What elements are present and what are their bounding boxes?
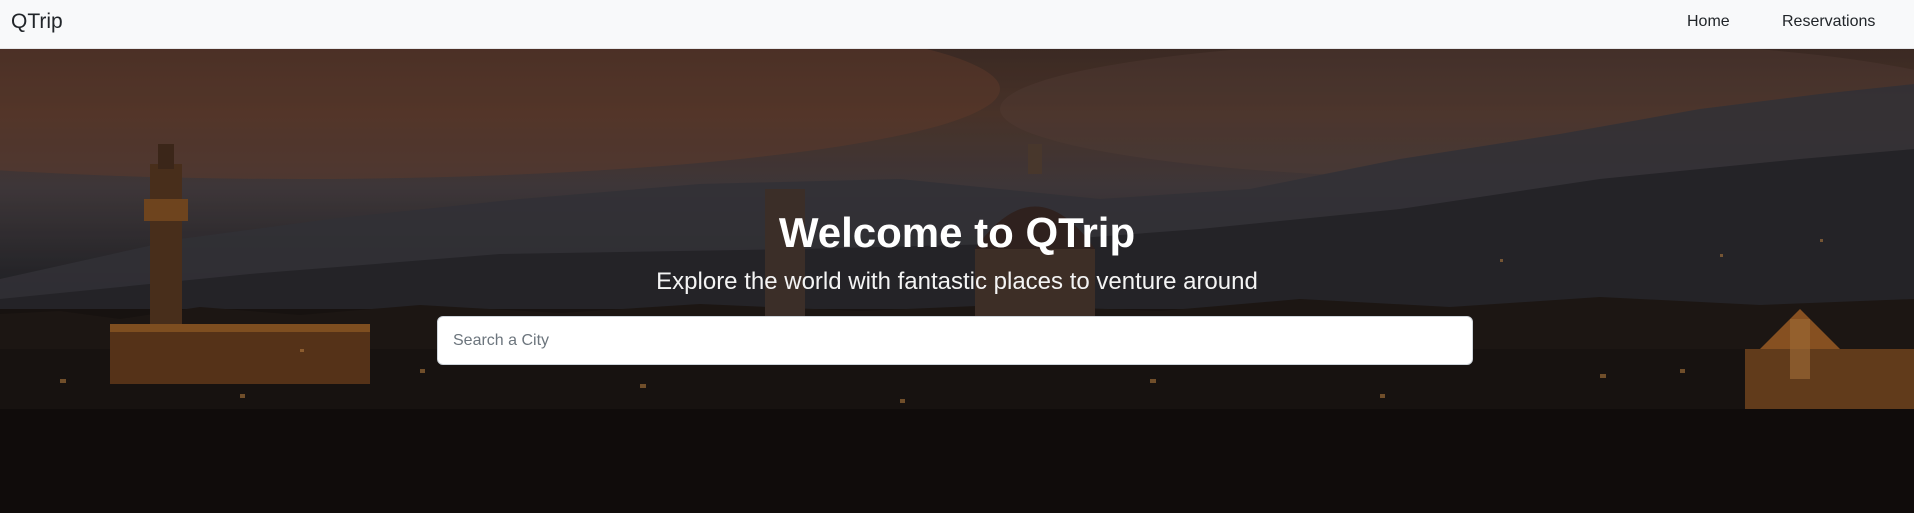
city-search-input[interactable] [437,316,1473,365]
brand-logo-link[interactable]: QTrip [11,10,63,34]
hero-section: Welcome to QTrip Explore the world with … [0,49,1914,513]
navbar: QTrip Home Reservations [0,0,1914,49]
hero-subtitle: Explore the world with fantastic places … [656,268,1258,295]
hero-title: Welcome to QTrip [778,209,1136,256]
nav-link-home[interactable]: Home [1687,13,1730,31]
nav-link-reservations[interactable]: Reservations [1782,13,1875,31]
